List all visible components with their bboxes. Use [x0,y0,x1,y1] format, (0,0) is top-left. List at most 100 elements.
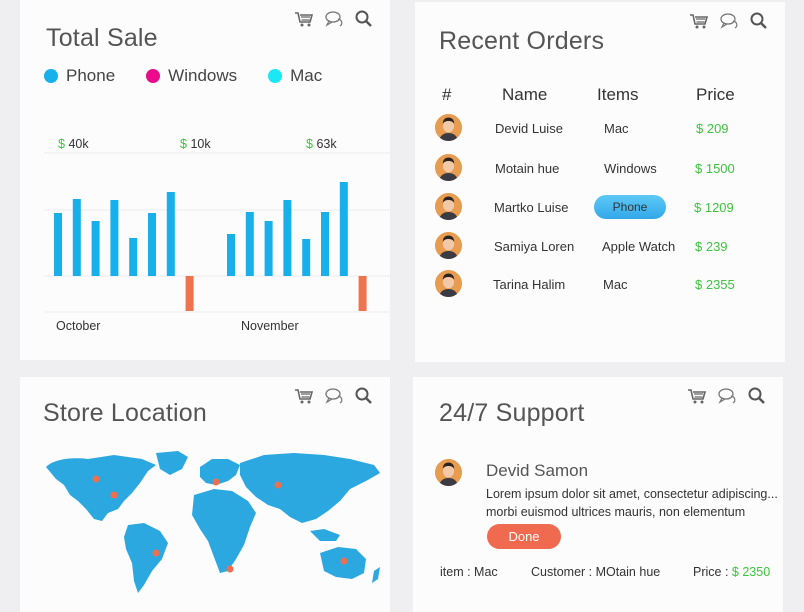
data-label: $ 63k [306,137,337,151]
column-header-price: Price [696,85,735,104]
bar [148,213,156,276]
data-label: $ 10k [180,137,211,151]
order-name: Motain hue [495,161,560,176]
chat-icon[interactable] [324,387,344,405]
card-title: Total Sale [46,24,158,52]
card-toolbar [689,12,769,30]
card-toolbar [687,387,767,405]
support-agent-name: Devid Samon [486,461,589,480]
legend-swatch [268,69,283,83]
order-name: Devid Luise [495,121,563,136]
store-marker [110,491,118,499]
order-item: Mac [603,277,628,292]
bar [283,200,292,276]
legend-swatch [146,69,161,83]
bar [264,221,273,276]
chat-icon[interactable] [324,10,344,28]
recent-orders-card: Recent Orders # Name Items Price Devid L… [415,2,785,362]
column-header-items: Items [597,85,639,104]
bar [110,200,119,276]
bar [91,221,100,276]
chart-legend: Phone Windows Mac [44,66,353,86]
table-row[interactable]: Tarina Halim Mac $ 2355 [415,270,785,300]
store-marker [92,475,100,483]
support-message: Lorem ipsum dolor sit amet, consectetur … [486,487,778,519]
bar-negative [185,276,194,311]
order-item: Windows [604,161,657,176]
order-item: Mac [604,121,629,136]
card-title: 24/7 Support [439,399,585,427]
search-icon[interactable] [749,12,769,30]
south-america [124,523,168,593]
order-price: $ 2355 [695,277,735,292]
search-icon[interactable] [354,387,374,405]
store-location-card: Store Location [20,377,390,612]
cart-icon[interactable] [689,12,709,30]
card-toolbar [294,387,374,405]
table-row[interactable]: Samiya Loren Apple Watch $ 239 [415,232,785,262]
greenland [156,451,188,475]
done-button[interactable]: Done [487,524,561,549]
chat-icon[interactable] [719,12,739,30]
store-marker [212,478,220,486]
table-row[interactable]: Martko Luise Phone $ 1209 [415,193,785,223]
bar [321,212,329,276]
order-name: Martko Luise [494,200,569,215]
legend-item-mac: Mac [268,66,322,86]
store-marker [152,549,160,557]
avatar [435,459,462,486]
chat-icon[interactable] [717,387,737,405]
search-icon[interactable] [354,10,374,28]
table-row[interactable]: Motain hue Windows $ 1500 [415,154,785,184]
order-item: Apple Watch [602,239,676,254]
table-row[interactable]: Devid Luise Mac $ 209 [415,114,785,144]
asia [240,453,380,523]
search-icon[interactable] [747,387,767,405]
order-price: $ 209 [696,121,729,136]
support-customer: Customer : MOtain hue [531,565,661,579]
avatar [435,193,462,220]
support-card: 24/7 Support Devid Samon Lorem ipsum dol… [413,377,783,612]
order-price: $ 1500 [695,161,735,176]
support-price: Price : $ 2350 [693,565,771,579]
legend-item-windows: Windows [146,66,237,86]
bar [54,213,62,276]
order-price: $ 1209 [694,200,734,215]
x-tick-label: November [241,319,299,333]
card-toolbar [294,10,374,28]
chart-svg: $ 40k $ 10k $ 63k October November [44,137,390,333]
store-marker [340,557,348,565]
north-america [46,455,156,521]
europe [200,459,240,485]
new-zealand [372,567,380,583]
avatar [435,154,462,181]
africa [192,489,256,573]
cart-icon[interactable] [294,387,314,405]
cart-icon[interactable] [294,10,314,28]
card-title: Recent Orders [439,27,605,55]
store-marker [274,481,282,489]
order-price: $ 239 [695,239,728,254]
indonesia [310,529,340,541]
world-map[interactable] [44,449,384,595]
bar [227,234,235,276]
avatar [435,114,462,141]
bar [166,192,175,276]
bar [339,182,348,276]
bar [72,199,81,276]
bar [302,239,311,276]
order-name: Samiya Loren [494,239,575,254]
cart-icon[interactable] [687,387,707,405]
avatar [435,232,462,259]
item-badge-phone[interactable]: Phone [594,195,666,219]
avatar [435,270,462,297]
x-tick-label: October [56,319,100,333]
sales-bar-chart: $ 40k $ 10k $ 63k October November [44,130,390,340]
legend-swatch [44,69,58,83]
bar [129,238,138,276]
legend-item-phone: Phone [44,66,115,86]
order-name: Tarina Halim [493,277,566,292]
total-sale-card: Total Sale Phone Windows Mac $ 40k $ 10k $… [20,0,390,360]
bar [245,212,254,276]
data-label: $ 40k [58,137,89,151]
